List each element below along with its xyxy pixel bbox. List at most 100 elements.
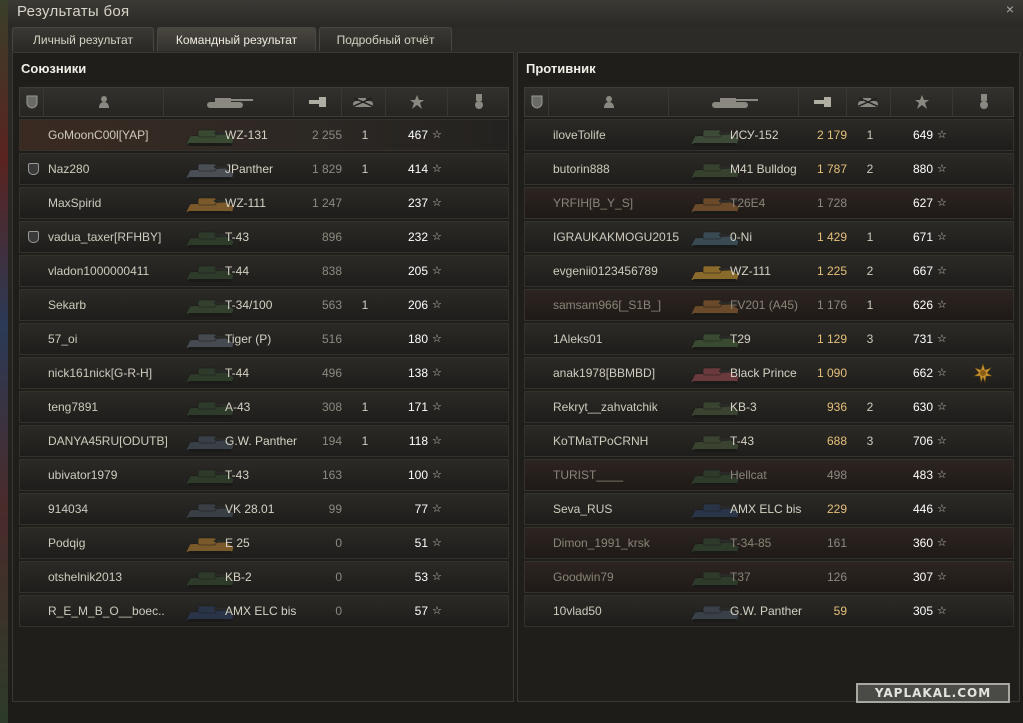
damage-value: 896 <box>321 230 342 244</box>
player-row[interactable]: MaxSpirid WZ-111 1 247 237 ☆ <box>19 187 509 219</box>
player-row[interactable]: YRFIH[B_Y_S] T26E4 1 728 627 ☆ <box>524 187 1014 219</box>
xp-star-icon: ☆ <box>937 197 947 209</box>
damage-value: 0 <box>335 570 342 584</box>
player-row[interactable]: samsam966[_S1B_] FV201 (A45) 1 176 1 626 ☆ <box>524 289 1014 321</box>
medal-icon[interactable] <box>973 363 993 383</box>
kills-value: 1 <box>361 400 369 414</box>
player-name: 10vlad50 <box>553 604 602 618</box>
player-name: anak1978[BBMBD] <box>553 366 656 380</box>
xp-value: 467 <box>407 128 428 142</box>
player-row[interactable]: Seva_RUS AMX ELC bis 229 446 ☆ <box>524 493 1014 525</box>
xp-star-icon: ☆ <box>432 231 442 243</box>
player-row[interactable]: iloveTolife ИСУ-152 2 179 1 649 ☆ <box>524 119 1014 151</box>
close-icon[interactable]: × <box>1003 2 1017 16</box>
kills-value <box>855 596 885 626</box>
damage-icon[interactable] <box>294 88 342 116</box>
kills-value: 2 <box>866 162 874 176</box>
player-row[interactable]: Dimon_1991_krsk T-34-85 161 360 ☆ <box>524 527 1014 559</box>
player-row[interactable]: Goodwin79 T37 126 307 ☆ <box>524 561 1014 593</box>
player-row[interactable]: nick161nick[G-R-H] T-44 496 138 ☆ <box>19 357 509 389</box>
window-title: Результаты боя <box>17 3 130 20</box>
xp-star-icon: ☆ <box>432 299 442 311</box>
player-name: nick161nick[G-R-H] <box>48 366 153 380</box>
player-row[interactable]: 1Aleks01 T29 1 129 3 731 ☆ <box>524 323 1014 355</box>
player-name: YRFIH[B_Y_S] <box>553 196 634 210</box>
player-row[interactable]: 57_oi Tiger (P) 516 180 ☆ <box>19 323 509 355</box>
xp-value: 662 <box>912 366 933 380</box>
xp-value: 206 <box>407 298 428 312</box>
clan-icon[interactable] <box>525 88 549 116</box>
player-row[interactable]: 914034 VK 28.01 99 77 ☆ <box>19 493 509 525</box>
xp-star-icon: ☆ <box>432 129 442 141</box>
player-row[interactable]: IGRAUKAKMOGU2015 0-Ni 1 429 1 671 ☆ <box>524 221 1014 253</box>
tank-icon[interactable] <box>669 88 799 116</box>
kills-value <box>855 528 885 558</box>
xp-value: 483 <box>912 468 933 482</box>
player-name: GoMoonC00l[YAP] <box>48 128 149 142</box>
xp-star-icon: ☆ <box>432 469 442 481</box>
clan-icon[interactable] <box>20 88 44 116</box>
player-row[interactable]: GoMoonC00l[YAP] WZ-131 2 255 1 467 ☆ <box>19 119 509 151</box>
damage-icon[interactable] <box>799 88 847 116</box>
player-row[interactable]: teng7891 A-43 308 1 171 ☆ <box>19 391 509 423</box>
player-name: vladon1000000411 <box>48 264 150 278</box>
player-row[interactable]: anak1978[BBMBD] Black Prince 1 090 662 ☆ <box>524 357 1014 389</box>
xp-star-icon: ☆ <box>432 503 442 515</box>
player-name: 914034 <box>48 502 89 516</box>
xp-star-icon: ☆ <box>937 537 947 549</box>
player-row[interactable]: DANYA45RU[ODUTB] G.W. Panther 194 1 118 ☆ <box>19 425 509 457</box>
player-name: ubivator1979 <box>48 468 118 482</box>
player-row[interactable]: KoTMaTPoCRNH T-43 688 3 706 ☆ <box>524 425 1014 457</box>
player-row[interactable]: butorin888 M41 Bulldog 1 787 2 880 ☆ <box>524 153 1014 185</box>
kills-value: 1 <box>866 298 874 312</box>
medal-icon[interactable] <box>448 88 510 116</box>
medal-icon[interactable] <box>953 88 1015 116</box>
player-icon[interactable] <box>44 88 164 116</box>
xp-value: 446 <box>912 502 933 516</box>
player-row[interactable]: 10vlad50 G.W. Panther 59 305 ☆ <box>524 595 1014 627</box>
kills-value <box>855 494 885 524</box>
player-row[interactable]: TURIST____ Hellcat 498 483 ☆ <box>524 459 1014 491</box>
damage-value: 99 <box>328 502 342 516</box>
player-name: Goodwin79 <box>553 570 614 584</box>
player-row[interactable]: otshelnik2013 KB-2 0 53 ☆ <box>19 561 509 593</box>
player-row[interactable]: evgenii0123456789 WZ-111 1 225 2 667 ☆ <box>524 255 1014 287</box>
xp-star-icon: ☆ <box>432 367 442 379</box>
kills-icon[interactable] <box>847 88 891 116</box>
tab-detailed-report[interactable]: Подробный отчёт <box>319 27 452 51</box>
player-row[interactable]: R_E_M_B_O__boec.. AMX ELC bis 0 57 ☆ <box>19 595 509 627</box>
kills-icon[interactable] <box>342 88 386 116</box>
kills-value <box>350 494 380 524</box>
player-row[interactable]: Naz280 JPanther 1 829 1 414 ☆ <box>19 153 509 185</box>
player-row[interactable]: Podqig E 25 0 51 ☆ <box>19 527 509 559</box>
xp-star-icon[interactable] <box>386 88 448 116</box>
player-name: TURIST____ <box>553 468 624 482</box>
xp-star-icon: ☆ <box>937 503 947 515</box>
tab-personal-result[interactable]: Личный результат <box>12 27 154 51</box>
xp-value: 232 <box>407 230 428 244</box>
damage-value: 1 247 <box>311 196 342 210</box>
kills-value <box>855 460 885 490</box>
xp-value: 880 <box>912 162 933 176</box>
player-row[interactable]: vladon1000000411 T-44 838 205 ☆ <box>19 255 509 287</box>
tab-team-result[interactable]: Командный результат <box>157 27 316 51</box>
xp-star-icon: ☆ <box>432 197 442 209</box>
player-row[interactable]: vadua_taxer[RFHBY] T-43 896 232 ☆ <box>19 221 509 253</box>
player-icon[interactable] <box>549 88 669 116</box>
damage-value: 1 787 <box>816 162 847 176</box>
xp-star-icon: ☆ <box>937 231 947 243</box>
xp-value: 671 <box>912 230 933 244</box>
player-row[interactable]: ubivator1979 T-43 163 100 ☆ <box>19 459 509 491</box>
damage-value: 1 225 <box>816 264 847 278</box>
player-name: Sekarb <box>48 298 87 312</box>
player-row[interactable]: Rekryt__zahvatchik KB-3 936 2 630 ☆ <box>524 391 1014 423</box>
xp-star-icon[interactable] <box>891 88 953 116</box>
kills-value <box>855 562 885 592</box>
kills-value <box>350 256 380 286</box>
xp-value: 627 <box>912 196 933 210</box>
player-row[interactable]: Sekarb T-34/100 563 1 206 ☆ <box>19 289 509 321</box>
tank-icon[interactable] <box>164 88 294 116</box>
player-name: MaxSpirid <box>48 196 102 210</box>
kills-value: 1 <box>361 298 369 312</box>
xp-star-icon: ☆ <box>937 571 947 583</box>
